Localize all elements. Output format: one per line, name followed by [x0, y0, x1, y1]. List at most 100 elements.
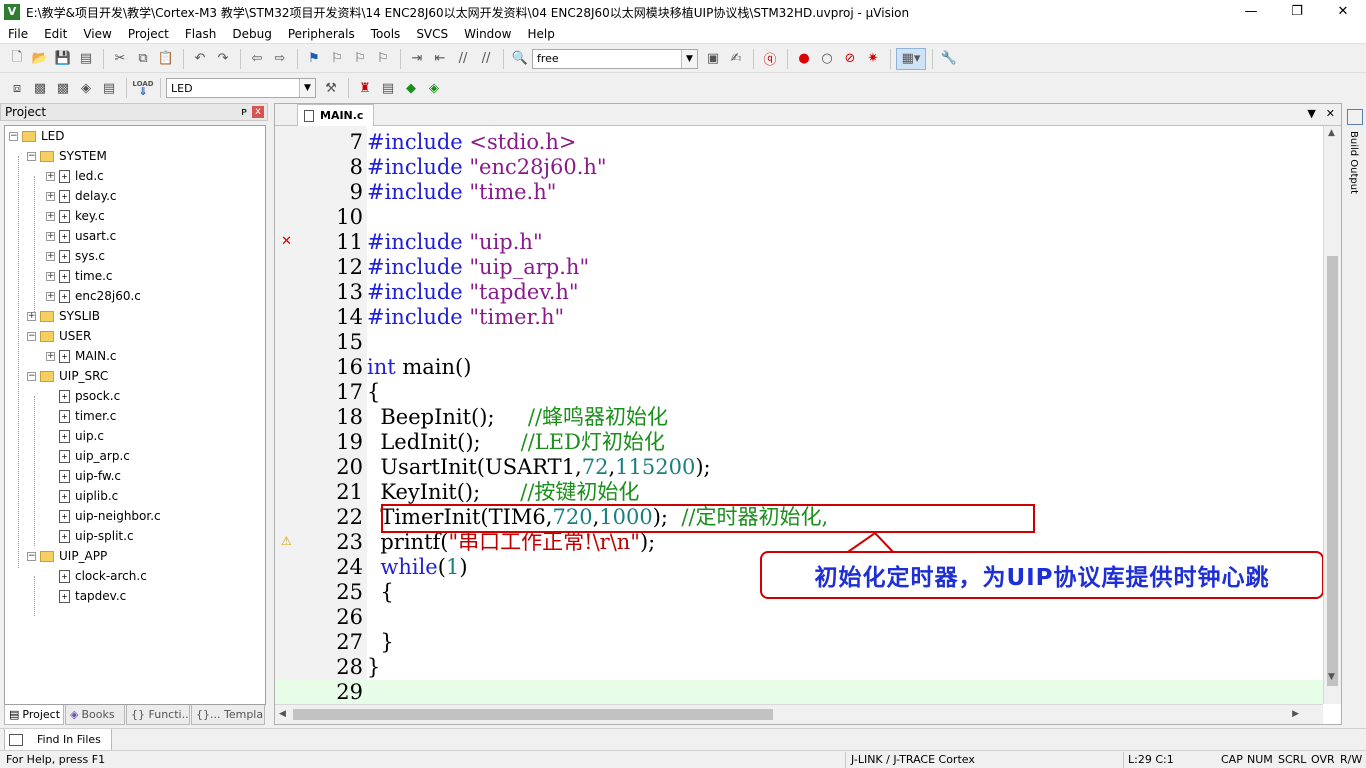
save-icon[interactable]: 💾: [52, 48, 74, 70]
tree-item-file[interactable]: + uip-neighbor.c: [59, 506, 161, 526]
code-line[interactable]: 9 #include "time.h": [275, 180, 1323, 205]
scroll-right-icon[interactable]: ▶: [1292, 709, 1299, 719]
code-line[interactable]: 29: [275, 680, 1323, 704]
tree-item-file[interactable]: + + usart.c: [46, 226, 116, 246]
code-line[interactable]: 14 #include "timer.h": [275, 305, 1323, 330]
incremental-find-icon[interactable]: ✍: [725, 48, 747, 70]
code-line[interactable]: 10: [275, 205, 1323, 230]
code-area[interactable]: 7 #include <stdio.h> 8 #include "enc28j60.h…: [275, 126, 1323, 704]
prev-bookmark-icon[interactable]: ⚐: [326, 48, 348, 70]
code-line[interactable]: 15: [275, 330, 1323, 355]
collapse-icon[interactable]: −: [27, 551, 36, 561]
menu-flash[interactable]: Flash: [177, 27, 224, 41]
unindent-icon[interactable]: ⇤: [429, 48, 451, 70]
tree-item-file[interactable]: + + key.c: [46, 206, 105, 226]
collapse-icon[interactable]: −: [27, 151, 36, 161]
menu-project[interactable]: Project: [120, 27, 177, 41]
new-file-icon[interactable]: 🗋: [6, 48, 28, 70]
pin-icon[interactable]: ᴘ: [241, 105, 247, 118]
save-all-icon[interactable]: ▤: [75, 48, 97, 70]
code-line[interactable]: 8 #include "enc28j60.h": [275, 155, 1323, 180]
code-line[interactable]: 12 #include "uip_arp.h": [275, 255, 1323, 280]
expand-icon[interactable]: +: [46, 211, 55, 221]
nav-forward-icon[interactable]: ⇨: [269, 48, 291, 70]
tree-item-syslib[interactable]: + SYSLIB: [27, 306, 100, 326]
target-select[interactable]: LED ▼: [166, 78, 316, 98]
tree-item-file[interactable]: + tapdev.c: [59, 586, 126, 606]
tree-item-file[interactable]: + + sys.c: [46, 246, 105, 266]
code-line[interactable]: 28}: [275, 655, 1323, 680]
undo-icon[interactable]: ↶: [189, 48, 211, 70]
tree-item-file[interactable]: + + delay.c: [46, 186, 117, 206]
code-line[interactable]: 21 KeyInit(); //按键初始化: [275, 480, 1323, 505]
code-line[interactable]: 19 LedInit(); //LED灯初始化: [275, 430, 1323, 455]
target-options-icon[interactable]: ⚒: [320, 77, 342, 99]
tree-item-file[interactable]: + uip-fw.c: [59, 466, 121, 486]
disable-all-breakpoints-icon[interactable]: ⊘: [839, 48, 861, 70]
expand-icon[interactable]: +: [46, 351, 55, 361]
cut-icon[interactable]: ✂: [109, 48, 131, 70]
tree-item-uip-app[interactable]: − UIP_APP: [27, 546, 107, 566]
tree-item-file[interactable]: + + enc28j60.c: [46, 286, 141, 306]
tree-item-file[interactable]: + uip_arp.c: [59, 446, 130, 466]
nav-back-icon[interactable]: ⇦: [246, 48, 268, 70]
code-line[interactable]: 18 BeepInit(); //蜂鸣器初始化: [275, 405, 1323, 430]
menu-window[interactable]: Window: [456, 27, 519, 41]
bookmark-icon[interactable]: ⚑: [303, 48, 325, 70]
breakpoint-icon[interactable]: ●: [793, 48, 815, 70]
code-line[interactable]: 27 }: [275, 630, 1323, 655]
menu-help[interactable]: Help: [519, 27, 562, 41]
tree-item-led[interactable]: − LED: [9, 126, 65, 146]
tree-item-uip-src[interactable]: − UIP_SRC: [27, 366, 108, 386]
stop-build-icon[interactable]: ▤: [98, 77, 120, 99]
horizontal-scrollbar[interactable]: ◀ ▶: [275, 704, 1323, 724]
copy-icon[interactable]: ⧉: [132, 48, 154, 70]
manage-project-icon[interactable]: ♜: [354, 77, 376, 99]
debug-session-icon[interactable]: ⓠ: [759, 48, 781, 70]
scroll-thumb[interactable]: [1327, 256, 1338, 686]
kill-breakpoints-icon[interactable]: ✷: [862, 48, 884, 70]
find-combo[interactable]: free ▼: [532, 48, 698, 69]
expand-icon[interactable]: +: [46, 291, 55, 301]
tree-item-file[interactable]: + + time.c: [46, 266, 113, 286]
tree-item-file[interactable]: + uip-split.c: [59, 526, 134, 546]
tab-find-in-files[interactable]: Find In Files: [4, 729, 112, 751]
scroll-up-icon[interactable]: ▲: [1328, 128, 1335, 138]
run-time-env-icon[interactable]: ◈: [423, 77, 445, 99]
translate-icon[interactable]: ⧈: [6, 77, 28, 99]
expand-icon[interactable]: +: [46, 271, 55, 281]
menu-peripherals[interactable]: Peripherals: [280, 27, 363, 41]
menu-svcs[interactable]: SVCS: [408, 27, 456, 41]
minimize-button[interactable]: —: [1228, 0, 1274, 24]
chevron-down-icon[interactable]: ▼: [681, 49, 697, 68]
indent-icon[interactable]: ⇥: [406, 48, 428, 70]
window-layout-icon[interactable]: ▦▾: [896, 47, 926, 70]
tree-item-file[interactable]: + uiplib.c: [59, 486, 118, 506]
scroll-left-icon[interactable]: ◀: [279, 709, 286, 719]
tree-item-file[interactable]: + + led.c: [46, 166, 104, 186]
tree-item-file[interactable]: + clock-arch.c: [59, 566, 147, 586]
code-line[interactable]: 11 #include "uip.h": [275, 230, 1323, 255]
tree-item-file[interactable]: + uip.c: [59, 426, 104, 446]
code-line[interactable]: 16 int main(): [275, 355, 1323, 380]
tree-item-file[interactable]: + psock.c: [59, 386, 120, 406]
rebuild-icon[interactable]: ▩: [52, 77, 74, 99]
scroll-down-icon[interactable]: ▼: [1328, 672, 1335, 682]
tab-functions[interactable]: {} Functi...: [126, 705, 190, 725]
menu-view[interactable]: View: [75, 27, 119, 41]
code-line[interactable]: 17{: [275, 380, 1323, 405]
code-line[interactable]: 20 UsartInit(USART1,72,115200);: [275, 455, 1323, 480]
collapse-icon[interactable]: −: [9, 131, 18, 141]
paste-icon[interactable]: 📋: [155, 48, 177, 70]
chevron-down-icon[interactable]: ▼: [299, 79, 315, 97]
expand-icon[interactable]: +: [46, 251, 55, 261]
code-line[interactable]: 26: [275, 605, 1323, 630]
build-output-sidebar[interactable]: Build Output: [1345, 103, 1366, 253]
menu-tools[interactable]: Tools: [363, 27, 409, 41]
vertical-scrollbar[interactable]: ▲ ▼: [1323, 126, 1341, 704]
collapse-icon[interactable]: −: [27, 371, 36, 381]
scroll-thumb[interactable]: [293, 709, 773, 720]
download-icon[interactable]: LOAD ⇓: [132, 77, 154, 99]
comment-icon[interactable]: //: [452, 48, 474, 70]
uncomment-icon[interactable]: //: [475, 48, 497, 70]
